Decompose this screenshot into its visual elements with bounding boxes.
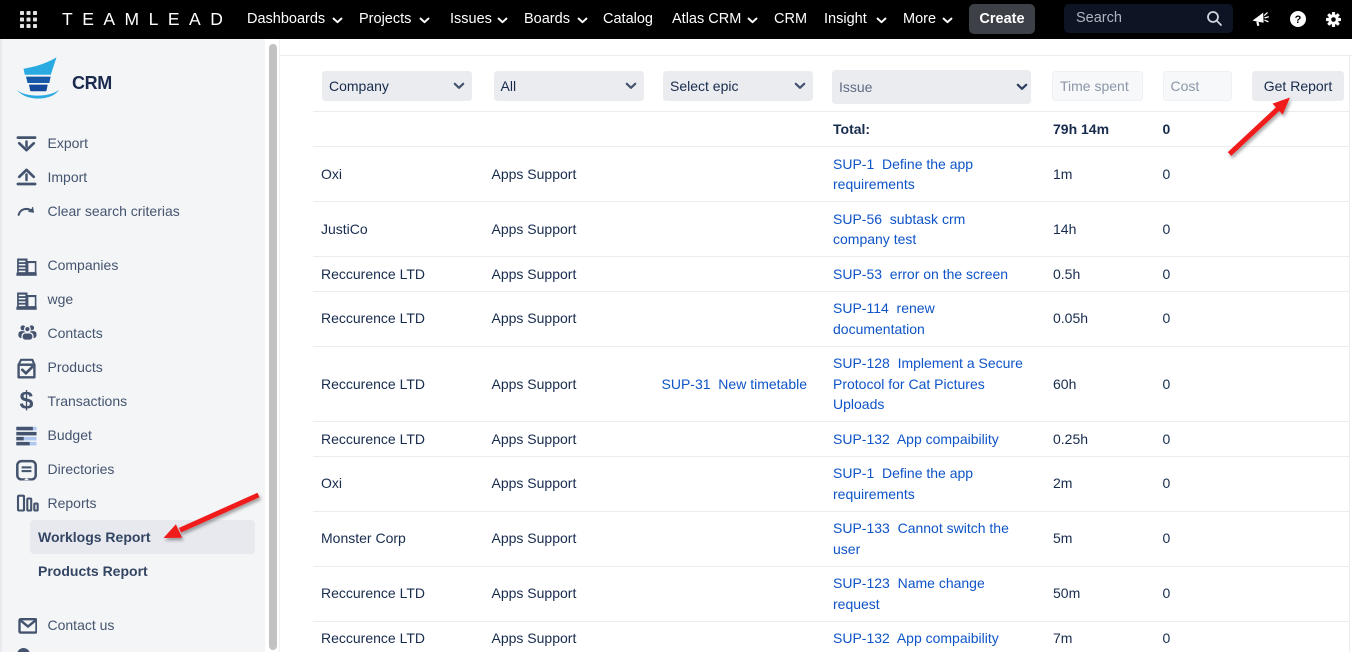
- svg-text:?: ?: [1294, 14, 1301, 26]
